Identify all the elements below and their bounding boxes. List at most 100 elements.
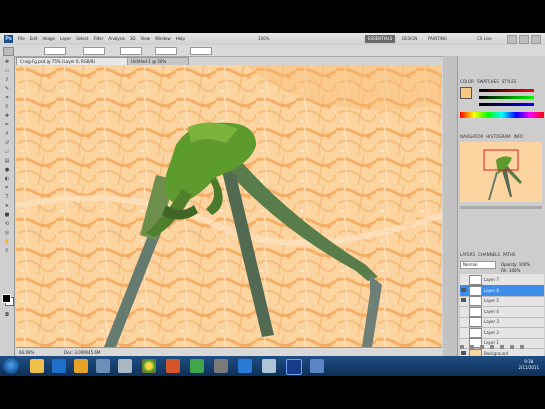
workspace-painting-button[interactable]: PAINTING — [428, 35, 447, 43]
link-layers-icon[interactable] — [460, 345, 464, 349]
folder-icon[interactable] — [74, 359, 88, 373]
quick-select-tool-icon[interactable]: ✎ — [3, 86, 11, 92]
brush-tool-icon[interactable]: ✏ — [3, 122, 11, 128]
move-tool-icon[interactable]: ✥ — [3, 59, 11, 65]
explorer-icon[interactable] — [30, 359, 44, 373]
app-icon-1[interactable] — [96, 359, 110, 373]
workspace-design-button[interactable]: DESIGN — [402, 35, 417, 43]
flow-field[interactable] — [155, 47, 177, 55]
crop-tool-icon[interactable]: ⌗ — [3, 95, 11, 101]
color-spectrum-bar[interactable] — [460, 112, 544, 118]
history-brush-tool-icon[interactable]: ↺ — [3, 140, 11, 146]
menu-layer[interactable]: Layer — [60, 36, 71, 41]
app-icon-2[interactable] — [118, 359, 132, 373]
tab-paths[interactable]: PATHS — [503, 252, 516, 258]
red-slider[interactable] — [479, 89, 534, 92]
blue-slider[interactable] — [479, 103, 534, 106]
app-icon-4[interactable] — [190, 359, 204, 373]
path-select-tool-icon[interactable]: ➤ — [3, 203, 11, 209]
layer-visibility-eye-icon[interactable] — [461, 330, 466, 334]
menu-view[interactable]: View — [141, 36, 151, 41]
navigator-thumbnail[interactable] — [460, 142, 542, 202]
media-player-icon[interactable] — [52, 359, 66, 373]
menu-edit[interactable]: Edit — [30, 36, 38, 41]
mode-select[interactable] — [83, 47, 105, 55]
opacity-field[interactable] — [120, 47, 142, 55]
tab-styles[interactable]: STYLES — [502, 79, 517, 85]
quick-mask-icon[interactable]: ◘ — [3, 312, 11, 318]
dodge-tool-icon[interactable]: ◐ — [3, 176, 11, 182]
menu-select[interactable]: Select — [76, 36, 88, 41]
layer-visibility-eye-icon[interactable] — [461, 287, 466, 292]
app-icon-3[interactable] — [166, 359, 180, 373]
photoshop-taskbar-icon[interactable] — [286, 359, 302, 375]
tab-swatches[interactable]: SWATCHES — [477, 79, 499, 85]
brush-size-field[interactable] — [44, 47, 66, 55]
tab-channels[interactable]: CHANNELS — [478, 252, 500, 258]
blur-tool-icon[interactable]: ● — [3, 167, 11, 173]
tab-color[interactable]: COLOR — [460, 79, 474, 85]
chrome-icon[interactable] — [142, 359, 156, 373]
fill-label[interactable]: Fill: 100% — [501, 268, 520, 273]
marquee-tool-icon[interactable]: ▭ — [3, 68, 11, 74]
zoom-tool-icon[interactable]: ⚲ — [3, 248, 11, 254]
app-icon-7[interactable] — [262, 359, 276, 373]
3d-orbit-tool-icon[interactable]: ◎ — [3, 230, 11, 236]
tab-info[interactable]: INFO — [514, 134, 524, 140]
menu-filter[interactable]: Filter — [93, 36, 103, 41]
zoom-level-select[interactable]: 100% — [258, 35, 269, 43]
3d-rotate-tool-icon[interactable]: ⟲ — [3, 221, 11, 227]
eraser-tool-icon[interactable]: ▱ — [3, 149, 11, 155]
new-layer-icon[interactable] — [510, 345, 514, 349]
app-icon-5[interactable] — [214, 359, 228, 373]
layer-visibility-eye-icon[interactable] — [461, 309, 466, 313]
lasso-tool-icon[interactable]: ℓ — [3, 77, 11, 83]
workspace-essentials-button[interactable]: ESSENTIALS — [365, 35, 396, 43]
cs-live-button[interactable]: CS Live — [477, 35, 492, 43]
tab-layers[interactable]: LAYERS — [460, 252, 475, 258]
gradient-tool-icon[interactable]: ▤ — [3, 158, 11, 164]
system-clock[interactable]: 9:38 2/11/2011 — [518, 359, 539, 371]
maximize-button[interactable] — [519, 35, 529, 44]
app-icon-6[interactable] — [238, 359, 252, 373]
layer-style-icon[interactable] — [470, 345, 474, 349]
menu-image[interactable]: Image — [42, 36, 55, 41]
menu-file[interactable]: File — [18, 36, 25, 41]
close-button[interactable] — [531, 35, 541, 44]
tab-histogram[interactable]: HISTOGRAM — [486, 134, 510, 140]
foreground-color-swatch[interactable] — [2, 294, 11, 303]
layer-visibility-eye-icon[interactable] — [461, 319, 466, 323]
layer-visibility-eye-icon[interactable] — [461, 340, 466, 344]
add-mask-icon[interactable] — [480, 345, 484, 349]
clone-stamp-tool-icon[interactable]: ⚘ — [3, 131, 11, 137]
new-group-icon[interactable] — [500, 345, 504, 349]
menu-help[interactable]: Help — [176, 36, 185, 41]
layer-visibility-eye-icon[interactable] — [461, 277, 466, 281]
opacity-label[interactable]: Opacity: 100% — [501, 262, 530, 267]
blend-mode-select[interactable]: Normal — [460, 261, 496, 269]
tablet-pressure-toggle[interactable] — [190, 47, 212, 55]
menu-window[interactable]: Window — [155, 36, 171, 41]
shape-tool-icon[interactable]: ■ — [3, 212, 11, 218]
delete-layer-icon[interactable] — [520, 345, 524, 349]
menu-3d[interactable]: 3D — [130, 36, 136, 41]
adjustment-layer-icon[interactable] — [490, 345, 494, 349]
zoom-status[interactable]: 66.69% — [19, 350, 34, 355]
pen-tool-icon[interactable]: ✒ — [3, 185, 11, 191]
layer-visibility-eye-icon[interactable] — [461, 350, 466, 355]
document-canvas[interactable] — [16, 65, 442, 347]
minimize-button[interactable] — [507, 35, 517, 44]
current-tool-icon[interactable] — [3, 47, 14, 56]
tab-navigator[interactable]: NAVIGATOR — [460, 134, 483, 140]
type-tool-icon[interactable]: T — [3, 194, 11, 200]
green-slider[interactable] — [479, 96, 534, 99]
eyedropper-tool-icon[interactable]: ⚲ — [3, 104, 11, 110]
healing-brush-tool-icon[interactable]: ✚ — [3, 113, 11, 119]
color-panel-foreground-swatch[interactable] — [460, 87, 472, 99]
start-button[interactable] — [3, 358, 19, 374]
app-icon-8[interactable] — [310, 359, 324, 373]
hand-tool-icon[interactable]: ✋ — [3, 239, 11, 245]
layer-visibility-eye-icon[interactable] — [461, 298, 466, 302]
menu-analysis[interactable]: Analysis — [108, 36, 124, 41]
navigator-zoom-slider[interactable] — [460, 206, 542, 209]
